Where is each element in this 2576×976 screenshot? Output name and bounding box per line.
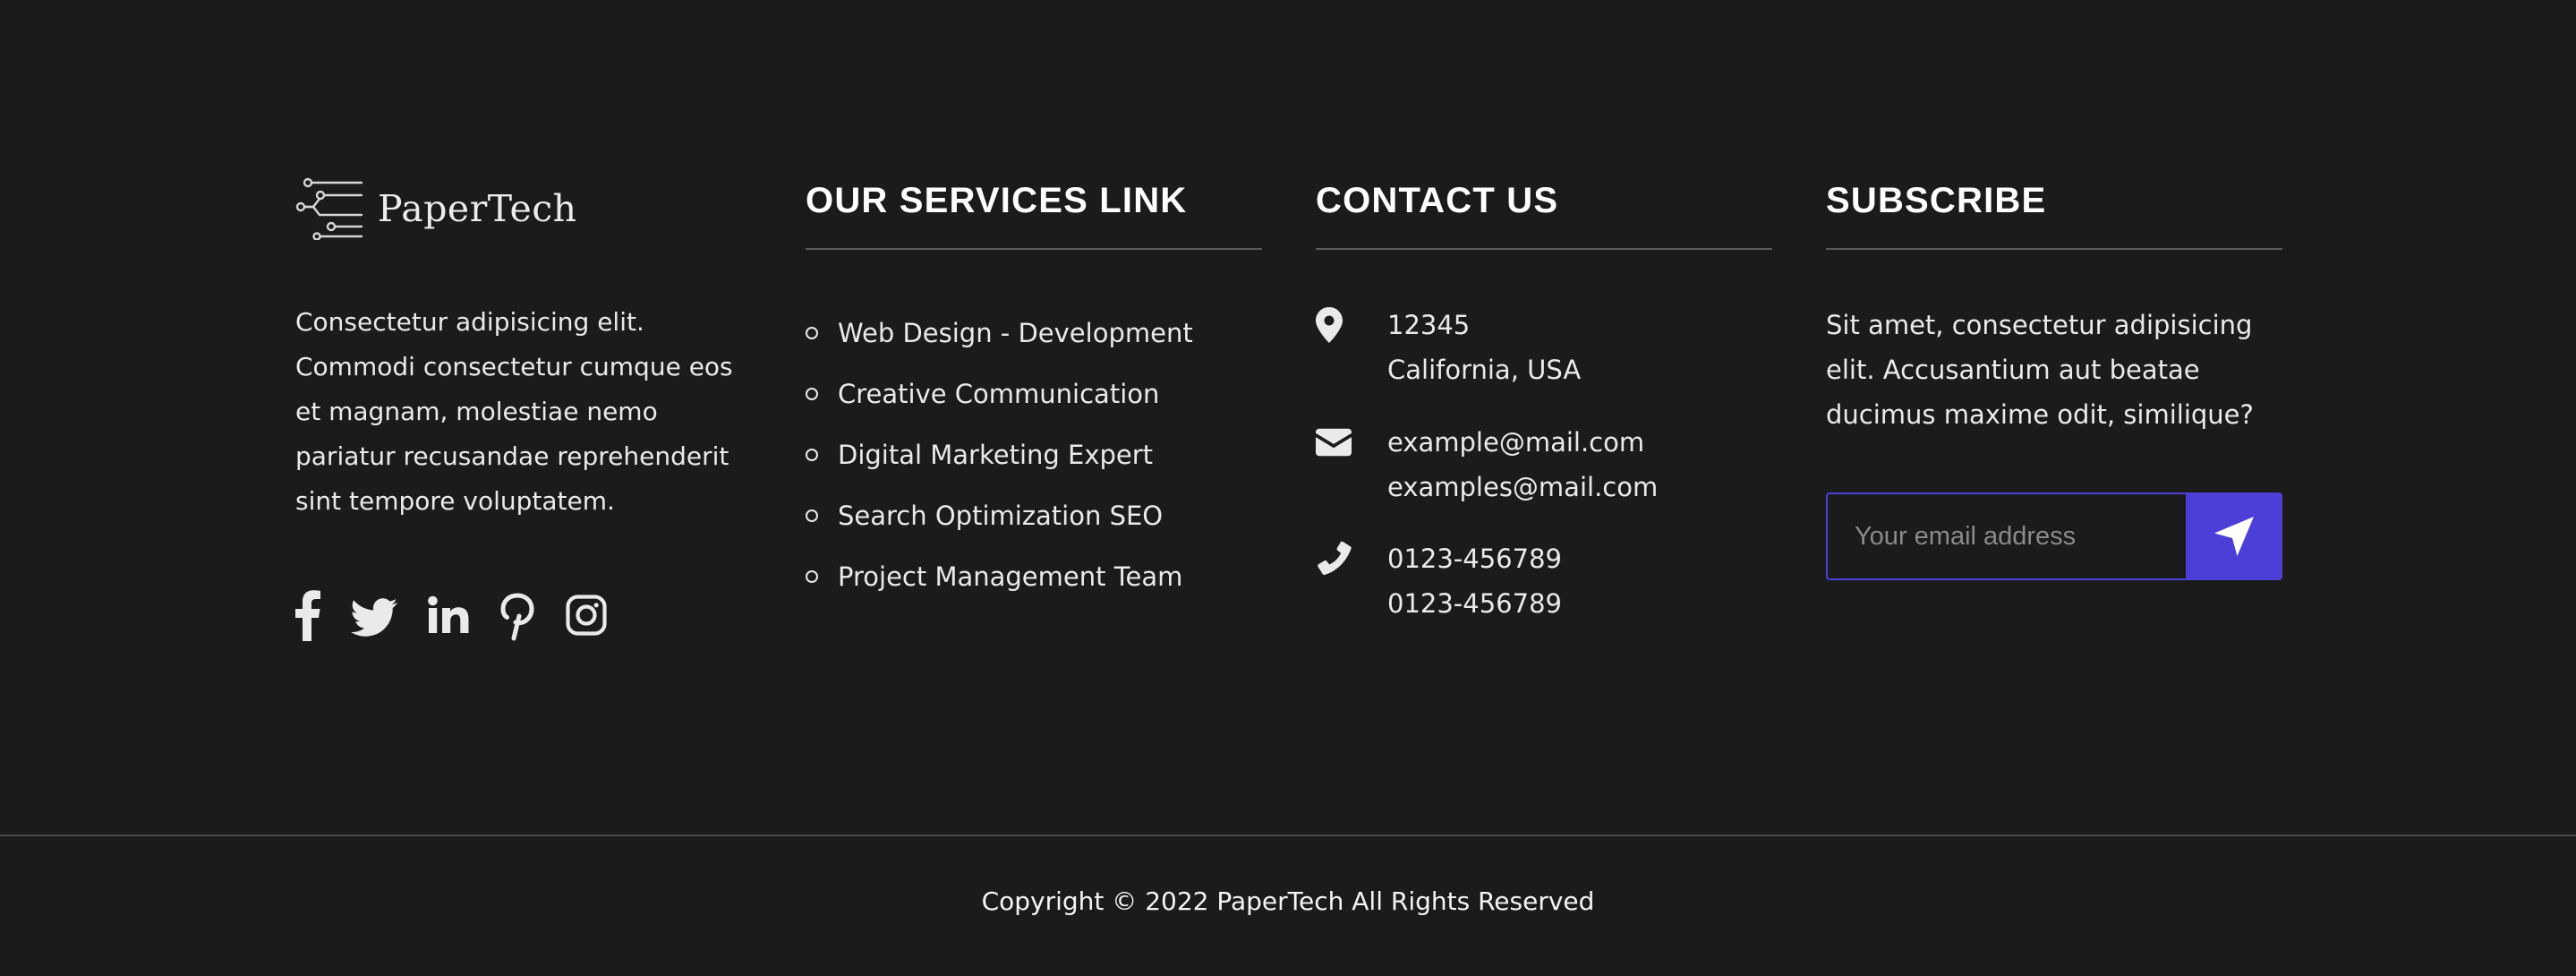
linkedin-icon xyxy=(428,595,469,633)
subscribe-button[interactable] xyxy=(2186,492,2282,580)
service-link-label: Creative Communication xyxy=(838,379,1160,409)
service-link-label: Web Design - Development xyxy=(838,318,1193,348)
facebook-link[interactable] xyxy=(295,589,320,641)
instagram-link[interactable] xyxy=(566,589,607,641)
circle-bullet-icon xyxy=(806,509,818,522)
circle-bullet-icon xyxy=(806,388,818,400)
service-link[interactable]: Digital Marketing Expert xyxy=(806,424,1193,485)
brand-description: Consectetur adipisicing elit. Commodi co… xyxy=(295,307,733,516)
circle-bullet-icon xyxy=(806,327,818,339)
contact-address: 12345 California, USA xyxy=(1316,303,1581,392)
address-line-2: California, USA xyxy=(1387,355,1582,385)
facebook-icon xyxy=(295,590,320,641)
instagram-icon xyxy=(566,595,607,636)
service-link[interactable]: Search Optimization SEO xyxy=(806,485,1193,546)
phone-text: 0123-456789 0123-456789 xyxy=(1387,536,1562,626)
twitter-icon xyxy=(351,598,397,637)
site-footer: PaperTech Consectetur adipisicing elit. … xyxy=(0,0,2576,976)
service-link[interactable]: Web Design - Development xyxy=(806,303,1193,364)
subscribe-heading: SUBSCRIBE xyxy=(1826,181,2047,220)
linkedin-link[interactable] xyxy=(428,589,469,641)
contact-phone: 0123-456789 0123-456789 xyxy=(1316,536,1562,626)
footer-divider xyxy=(0,835,2576,836)
service-link-label: Search Optimization SEO xyxy=(838,501,1164,531)
services-list: Web Design - Development Creative Commun… xyxy=(806,303,1193,607)
phone-icon xyxy=(1316,536,1352,581)
subscribe-form xyxy=(1826,492,2282,580)
brand-name: PaperTech xyxy=(378,187,577,230)
phone-line-1[interactable]: 0123-456789 xyxy=(1387,536,1562,581)
twitter-link[interactable] xyxy=(351,589,397,641)
email-input[interactable] xyxy=(1826,492,2186,580)
send-arrow-icon xyxy=(2214,517,2254,556)
copyright-text: Copyright © 2022 PaperTech All Rights Re… xyxy=(981,886,1595,916)
subscribe-divider xyxy=(1826,248,2282,250)
services-heading: OUR SERVICES LINK xyxy=(806,181,1188,220)
contact-divider xyxy=(1316,248,1772,250)
phone-line-2[interactable]: 0123-456789 xyxy=(1387,581,1562,626)
services-divider xyxy=(806,248,1262,250)
service-link-label: Digital Marketing Expert xyxy=(838,440,1154,470)
map-pin-icon xyxy=(1316,303,1352,347)
email-text: example@mail.com examples@mail.com xyxy=(1387,420,1658,509)
service-link[interactable]: Project Management Team xyxy=(806,546,1193,607)
contact-heading: CONTACT US xyxy=(1316,181,1559,220)
circle-bullet-icon xyxy=(806,570,818,583)
address-text: 12345 California, USA xyxy=(1387,303,1581,392)
email-line-1[interactable]: example@mail.com xyxy=(1387,420,1658,465)
pinterest-icon xyxy=(500,593,534,641)
brand-logo[interactable]: PaperTech xyxy=(295,177,577,240)
circle-bullet-icon xyxy=(806,449,818,461)
address-line-1: 12345 xyxy=(1387,310,1471,340)
pinterest-link[interactable] xyxy=(499,589,535,641)
social-links xyxy=(295,589,637,641)
subscribe-description: Sit amet, consectetur adipisicing elit. … xyxy=(1826,310,2254,430)
circuit-lines-icon xyxy=(295,177,363,240)
service-link-label: Project Management Team xyxy=(838,561,1183,592)
email-line-2[interactable]: examples@mail.com xyxy=(1387,465,1658,509)
service-link[interactable]: Creative Communication xyxy=(806,364,1193,424)
envelope-icon xyxy=(1316,420,1352,465)
contact-email: example@mail.com examples@mail.com xyxy=(1316,420,1658,509)
